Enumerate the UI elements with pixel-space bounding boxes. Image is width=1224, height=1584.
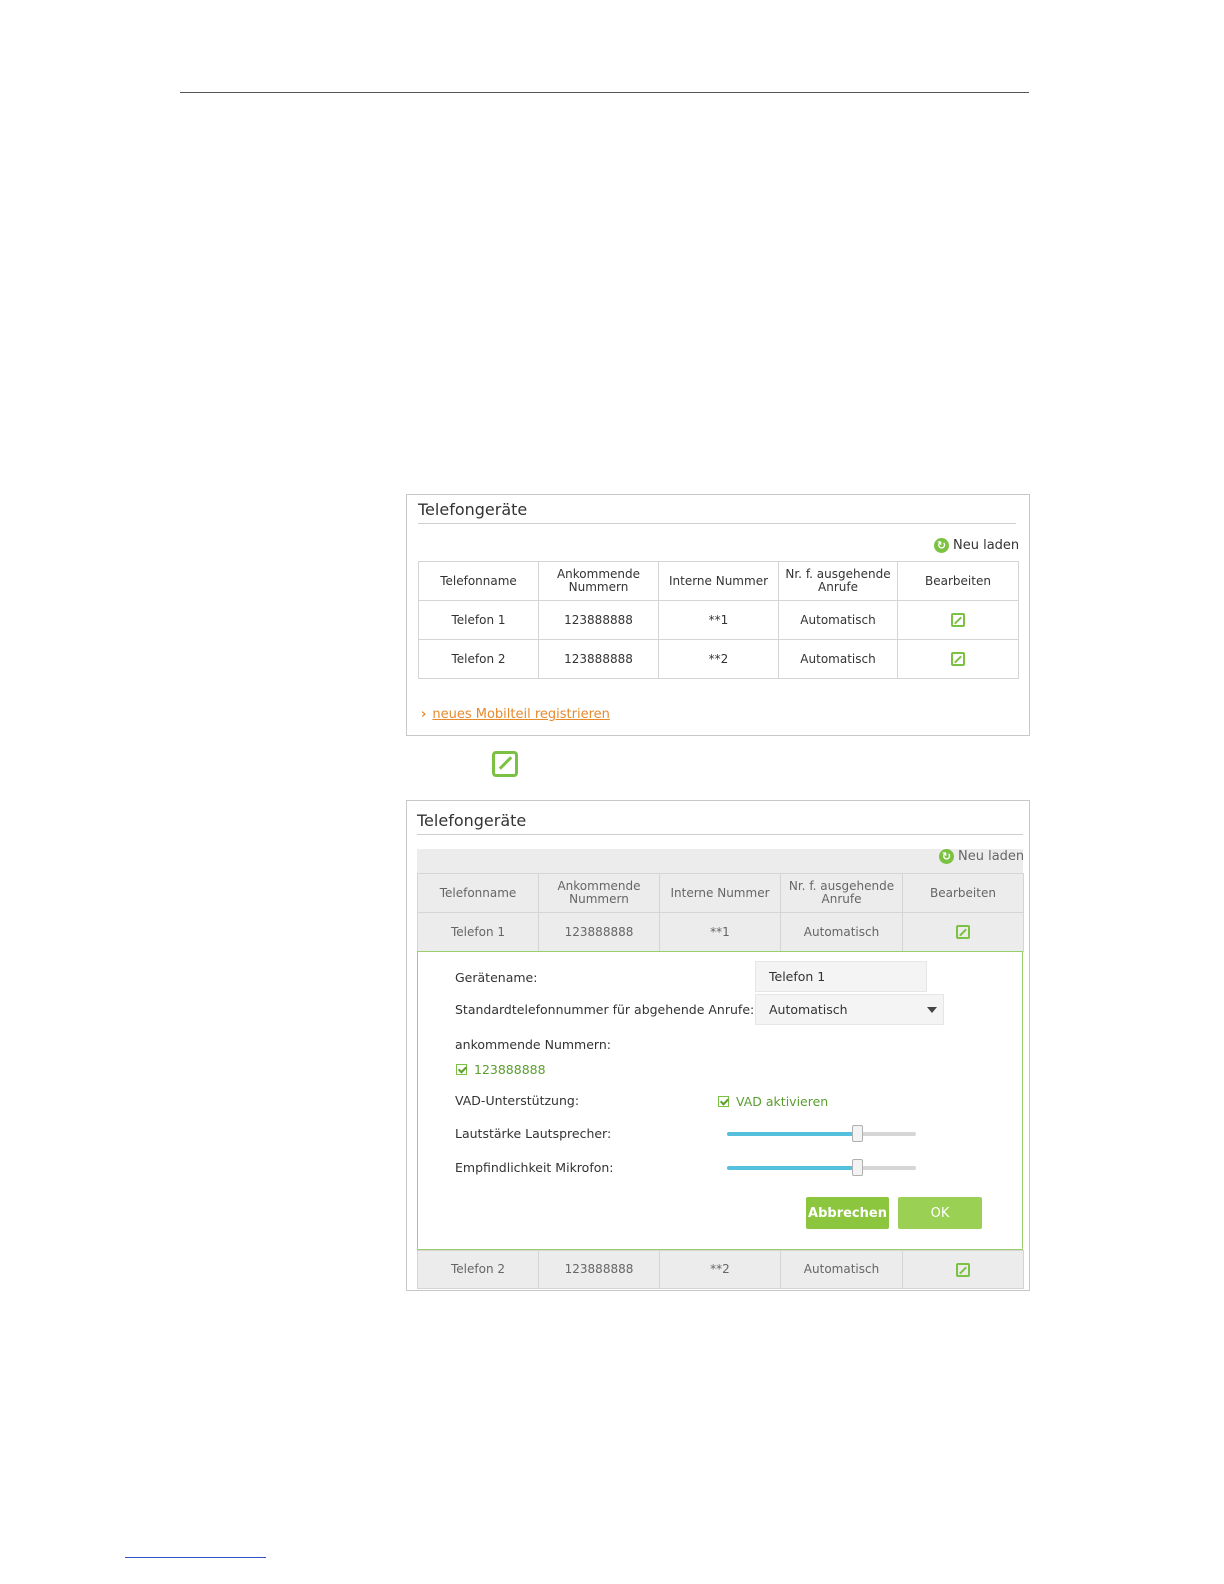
register-handset-link[interactable]: › neues Mobilteil registrieren: [421, 707, 610, 722]
ok-button[interactable]: OK: [898, 1197, 982, 1229]
cell-incoming: 123888888: [538, 1250, 660, 1289]
panel-title: Telefongeräte: [418, 500, 528, 519]
col-header-outgoing: Nr. f. ausgehende Anrufe: [778, 561, 898, 601]
cell-incoming: 123888888: [538, 912, 660, 952]
slider-handle[interactable]: [852, 1125, 864, 1142]
cell-edit: [902, 1250, 1024, 1289]
cell-outgoing: Automatisch: [780, 912, 903, 952]
cancel-button[interactable]: Abbrechen: [806, 1197, 889, 1229]
col-header-edit: Bearbeiten: [902, 873, 1024, 913]
cell-incoming: 123888888: [538, 600, 659, 640]
reload-button[interactable]: ↻ Neu laden: [934, 538, 1019, 553]
phone-devices-panel: Telefongeräte ↻ Neu laden Telefonname An…: [406, 494, 1030, 736]
cell-name: Telefon 1: [417, 912, 539, 952]
edit-icon: [492, 751, 518, 777]
register-link-label: neues Mobilteil registrieren: [432, 707, 610, 722]
cell-edit: [897, 639, 1019, 679]
col-header-outgoing: Nr. f. ausgehende Anrufe: [780, 873, 903, 913]
mic-sensitivity-slider[interactable]: [727, 1159, 916, 1176]
edit-icon[interactable]: [951, 652, 965, 666]
edit-form: Gerätename: Telefon 1 Standardtelefonnum…: [417, 951, 1023, 1250]
col-header-internal: Interne Nummer: [658, 561, 779, 601]
table-row: Telefon 1 123888888 **1 Automatisch: [417, 912, 1024, 952]
footer-rule: [125, 1557, 266, 1558]
title-divider: [418, 523, 1016, 524]
phone-table: Telefonname Ankommende Nummern Interne N…: [418, 561, 1019, 679]
slider-handle[interactable]: [852, 1159, 864, 1176]
cell-incoming: 123888888: [538, 639, 659, 679]
cell-internal: **2: [659, 1250, 781, 1289]
device-name-label: Gerätename:: [455, 970, 538, 985]
cell-outgoing: Automatisch: [778, 600, 898, 640]
device-name-input[interactable]: Telefon 1: [755, 961, 927, 992]
cell-name: Telefon 1: [418, 600, 539, 640]
checkbox-icon: [718, 1096, 729, 1107]
cell-name: Telefon 2: [418, 639, 539, 679]
phone-devices-panel-edit: Telefongeräte ↻ Neu laden Telefonname An…: [406, 800, 1030, 1291]
edit-icon[interactable]: [951, 613, 965, 627]
cell-internal: **2: [658, 639, 779, 679]
incoming-number-option: 123888888: [474, 1062, 546, 1077]
cell-name: Telefon 2: [417, 1250, 539, 1289]
col-header-internal: Interne Nummer: [659, 873, 781, 913]
default-number-label: Standardtelefonnummer für abgehende Anru…: [455, 1002, 755, 1017]
slider-fill: [727, 1166, 858, 1170]
col-header-name: Telefonname: [418, 561, 539, 601]
vad-checkbox[interactable]: VAD aktivieren: [718, 1094, 828, 1109]
reload-button[interactable]: ↻ Neu laden: [939, 849, 1024, 864]
table-row: Telefon 2 123888888 **2 Automatisch: [418, 639, 1019, 679]
cell-edit: [902, 912, 1024, 952]
default-number-value: Automatisch: [769, 1002, 848, 1017]
vad-label: VAD-Unterstützung:: [455, 1093, 580, 1108]
reload-label: Neu laden: [953, 538, 1020, 553]
top-rule: [180, 92, 1029, 93]
speaker-volume-slider[interactable]: [727, 1125, 916, 1142]
cell-internal: **1: [658, 600, 779, 640]
table-row: Telefon 2 123888888 **2 Automatisch: [417, 1250, 1024, 1289]
mic-sensitivity-label: Empfindlichkeit Mikrofon:: [455, 1160, 614, 1175]
edit-icon[interactable]: [956, 1262, 970, 1277]
panel-title: Telefongeräte: [417, 811, 527, 830]
refresh-icon: ↻: [934, 538, 949, 553]
refresh-icon: ↻: [939, 849, 954, 864]
dropdown-arrow-icon: [927, 1007, 937, 1013]
col-header-incoming: Ankommende Nummern: [538, 873, 660, 913]
incoming-numbers-label: ankommende Nummern:: [455, 1037, 611, 1052]
table-row: Telefon 1 123888888 **1 Automatisch: [418, 600, 1019, 640]
edit-icon[interactable]: [956, 925, 970, 939]
speaker-volume-label: Lautstärke Lautsprecher:: [455, 1126, 612, 1141]
slider-fill: [727, 1132, 858, 1136]
reload-label: Neu laden: [958, 849, 1025, 864]
cell-internal: **1: [659, 912, 781, 952]
default-number-select[interactable]: Automatisch: [755, 994, 944, 1025]
cell-outgoing: Automatisch: [780, 1250, 903, 1289]
checkbox-icon: [456, 1064, 467, 1075]
phone-table: Telefonname Ankommende Nummern Interne N…: [417, 873, 1024, 952]
col-header-incoming: Ankommende Nummern: [538, 561, 659, 601]
vad-option: VAD aktivieren: [736, 1094, 829, 1109]
title-divider: [417, 834, 1023, 835]
cell-edit: [897, 600, 1019, 640]
incoming-number-checkbox[interactable]: 123888888: [456, 1062, 546, 1077]
phone-table-row2: Telefon 2 123888888 **2 Automatisch: [417, 1250, 1024, 1289]
cell-outgoing: Automatisch: [778, 639, 898, 679]
col-header-name: Telefonname: [417, 873, 539, 913]
chevron-right-icon: ›: [421, 707, 427, 722]
col-header-edit: Bearbeiten: [897, 561, 1019, 601]
